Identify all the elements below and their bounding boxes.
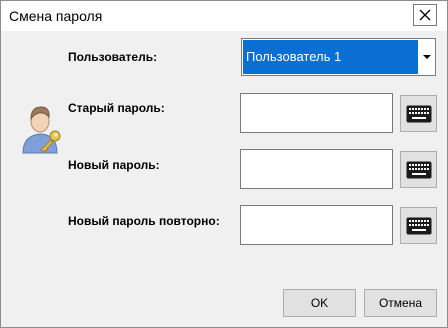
- title-bar: Смена пароля: [1, 1, 447, 31]
- repeat-password-keyboard-button[interactable]: [400, 207, 437, 244]
- window-title: Смена пароля: [9, 8, 103, 24]
- close-button[interactable]: [413, 4, 437, 26]
- dropdown-button[interactable]: [420, 40, 434, 74]
- new-password-field[interactable]: [240, 149, 393, 189]
- old-password-keyboard-button[interactable]: [400, 95, 437, 132]
- chevron-down-icon: [423, 55, 431, 59]
- keyboard-icon: [406, 217, 432, 235]
- user-key-icon: [21, 101, 65, 160]
- close-icon: [419, 9, 431, 21]
- user-select[interactable]: Пользователь 1: [241, 38, 436, 76]
- change-password-dialog: Смена пароля Пользователь: Пользователь …: [0, 0, 448, 328]
- ok-button[interactable]: OK: [283, 289, 356, 317]
- keyboard-icon: [406, 161, 432, 179]
- new-password-label: Новый пароль:: [68, 158, 160, 172]
- user-select-value: Пользователь 1: [243, 40, 418, 74]
- repeat-password-field[interactable]: [240, 205, 393, 245]
- repeat-password-label: Новый пароль повторно:: [68, 214, 220, 228]
- cancel-button[interactable]: Отмена: [364, 289, 437, 317]
- user-label: Пользователь:: [68, 50, 158, 64]
- new-password-keyboard-button[interactable]: [400, 151, 437, 188]
- keyboard-icon: [406, 105, 432, 123]
- old-password-label: Старый пароль:: [68, 101, 165, 115]
- old-password-field[interactable]: [240, 93, 393, 133]
